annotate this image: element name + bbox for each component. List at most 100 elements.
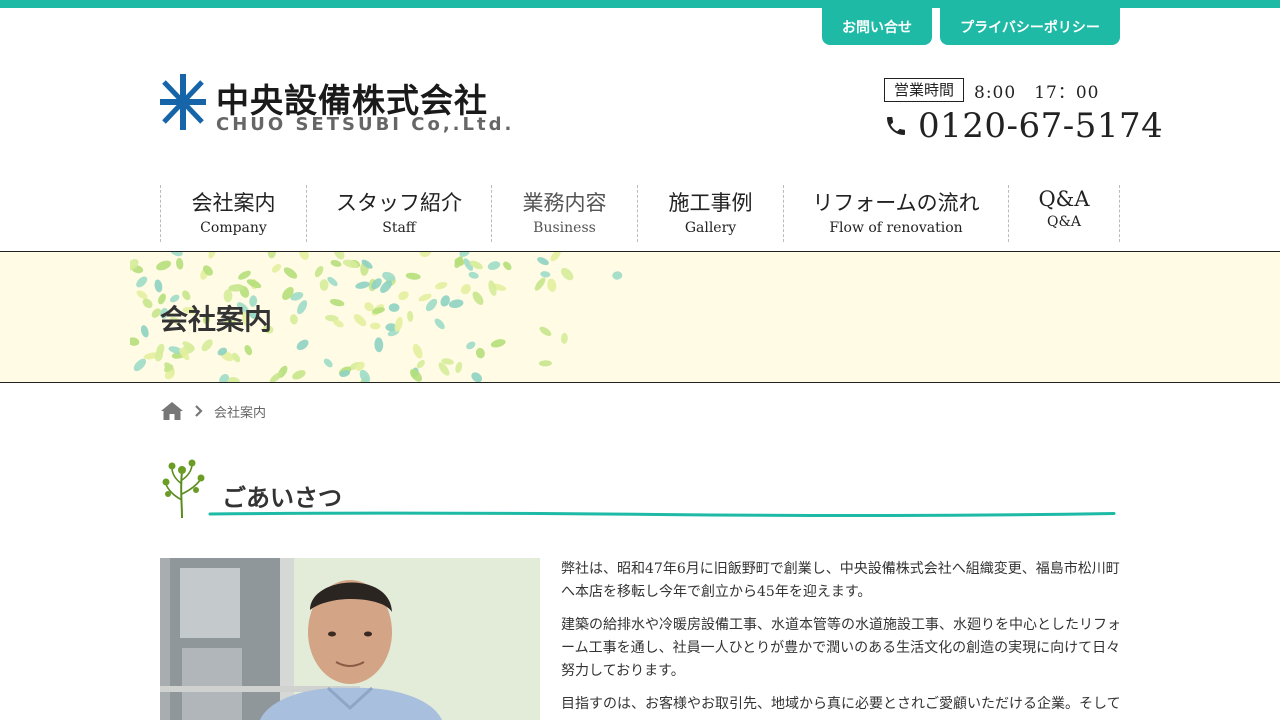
page-hero-banner: 会社案内: [0, 251, 1280, 383]
page-title: 会社案内: [160, 303, 273, 336]
leaf-shape: [612, 271, 623, 280]
leaf-shape: [296, 339, 309, 351]
logo-company-english: CHUO SETSUBI Co,.Ltd.: [216, 114, 515, 135]
leaf-shape: [283, 267, 298, 279]
section-heading: ごあいさつ: [160, 458, 1120, 520]
greeting-paragraph: 建築の給排水や冷暖房設備工事、水道本管等の水道施設工事、水廻りを中心としたリフォ…: [561, 617, 1121, 679]
president-portrait-image: [160, 558, 540, 720]
nav-item-qa[interactable]: Q&A Q&A: [1008, 185, 1120, 242]
leaf-shape: [140, 325, 149, 338]
leaf-shape: [471, 372, 483, 382]
chevron-right-icon: [195, 405, 203, 417]
leaf-shape: [271, 263, 282, 273]
leaf-shape: [540, 271, 551, 278]
contact-button[interactable]: お問い合せ: [822, 8, 932, 45]
nav-label-jp: 施工事例: [668, 191, 753, 215]
logo-mark-icon: [160, 74, 206, 130]
leaf-shape: [539, 326, 552, 336]
phone-number[interactable]: 0120-67-5174: [918, 106, 1163, 146]
phone-block[interactable]: 0120-67-5174: [884, 104, 1163, 148]
nav-item-company[interactable]: 会社案内 Company: [160, 185, 306, 242]
leaf-shape: [323, 358, 333, 368]
leaf-shape: [208, 252, 217, 259]
nav-label-jp: リフォームの流れ: [812, 191, 980, 215]
phone-icon: [887, 117, 905, 135]
leaf-shape: [136, 276, 148, 288]
leaf-shape: [487, 261, 501, 270]
leaf-shape: [537, 257, 549, 266]
leaf-shape: [369, 322, 381, 330]
leaf-shape: [475, 347, 485, 359]
leaf-shape: [227, 377, 240, 382]
greeting-paragraph: 弊社は、昭和47年6月に旧飯野町で創業し、中央設備株式会社へ組織変更、福島市松川…: [561, 561, 1120, 600]
nav-label-en: Q&A: [1046, 214, 1082, 230]
leaf-shape: [550, 252, 561, 262]
leaf-shape: [267, 252, 277, 259]
leaf-shape: [560, 332, 568, 344]
global-nav: 会社案内 Company スタッフ紹介 Staff 業務内容 Business …: [160, 185, 1120, 242]
leaf-shape: [156, 260, 172, 271]
leaf-shape: [398, 291, 409, 301]
nav-item-business[interactable]: 業務内容 Business: [491, 185, 637, 242]
president-photo: [160, 558, 540, 720]
leaf-shape: [353, 314, 367, 327]
leaf-shape: [355, 281, 370, 289]
leaf-shape: [374, 337, 384, 353]
leaf-shape: [299, 252, 309, 260]
nav-label-en: Business: [533, 220, 596, 236]
greeting-text: 弊社は、昭和47年6月に旧飯野町で創業し、中央設備株式会社へ組織変更、福島市松川…: [561, 558, 1121, 720]
leaf-shape: [490, 339, 506, 348]
nav-label-en: Gallery: [684, 220, 737, 236]
leaf-shape: [329, 298, 345, 307]
nav-label-en: Staff: [382, 220, 416, 236]
nav-label-en: Company: [200, 220, 267, 236]
business-hours: 営業時間 8:00 17：00: [884, 78, 1099, 103]
company-logo[interactable]: 中央設備株式会社 CHUO SETSUBI Co,.Ltd.: [160, 74, 511, 136]
leaf-shape: [503, 261, 512, 271]
sprout-icon: [162, 459, 205, 519]
leaf-shape: [547, 278, 557, 293]
section-underline: [208, 511, 1116, 518]
nav-item-renovation-flow[interactable]: リフォームの流れ Flow of renovation: [783, 185, 1008, 242]
leaf-shape: [405, 272, 421, 280]
privacy-policy-button[interactable]: プライバシーポリシー: [940, 8, 1120, 45]
leaf-shape: [314, 266, 324, 278]
nav-label-jp: スタッフ紹介: [336, 191, 462, 215]
leaf-shape: [419, 252, 432, 258]
hours-label: 営業時間: [884, 78, 965, 102]
leaf-shape: [468, 271, 479, 279]
leaf-shape: [319, 279, 329, 291]
leaf-shape: [472, 291, 484, 305]
leaf-shape: [466, 341, 476, 350]
leaf-shape: [130, 337, 140, 346]
leaf-shape: [330, 259, 342, 267]
nav-item-gallery[interactable]: 施工事例 Gallery: [637, 185, 783, 242]
nav-item-staff[interactable]: スタッフ紹介 Staff: [306, 185, 491, 242]
home-icon[interactable]: [160, 401, 184, 421]
nav-label-jp: Q&A: [1038, 187, 1090, 211]
leaf-shape: [388, 303, 400, 312]
leaf-shape: [561, 267, 574, 281]
top-accent-bar: [0, 0, 1280, 8]
nav-label-jp: 業務内容: [522, 191, 607, 215]
leaf-shape: [534, 277, 546, 291]
leaf-shape: [170, 252, 183, 257]
leaf-shape: [434, 318, 445, 330]
leaf-shape: [448, 299, 464, 309]
leaf-shape: [133, 358, 147, 372]
nav-label-en: Flow of renovation: [829, 220, 963, 236]
leaf-shape: [201, 339, 213, 352]
greeting-paragraph: 目指すのは、お客様やお取引先、地域から真に必要とされご愛顧いただける企業。そして: [561, 696, 1121, 712]
breadcrumb: 会社案内: [160, 400, 266, 422]
leaf-shape: [342, 259, 359, 268]
leaf-shape: [297, 300, 308, 315]
leaf-shape: [460, 284, 471, 295]
leaf-shape: [176, 257, 184, 270]
leaf-shape: [292, 370, 306, 380]
section-title: ごあいさつ: [222, 483, 342, 512]
breadcrumb-current: 会社案内: [214, 405, 267, 421]
leaf-shape: [154, 279, 163, 293]
leaf-shape: [289, 314, 298, 325]
leaf-shape: [244, 344, 253, 356]
nav-label-jp: 会社案内: [191, 191, 276, 215]
